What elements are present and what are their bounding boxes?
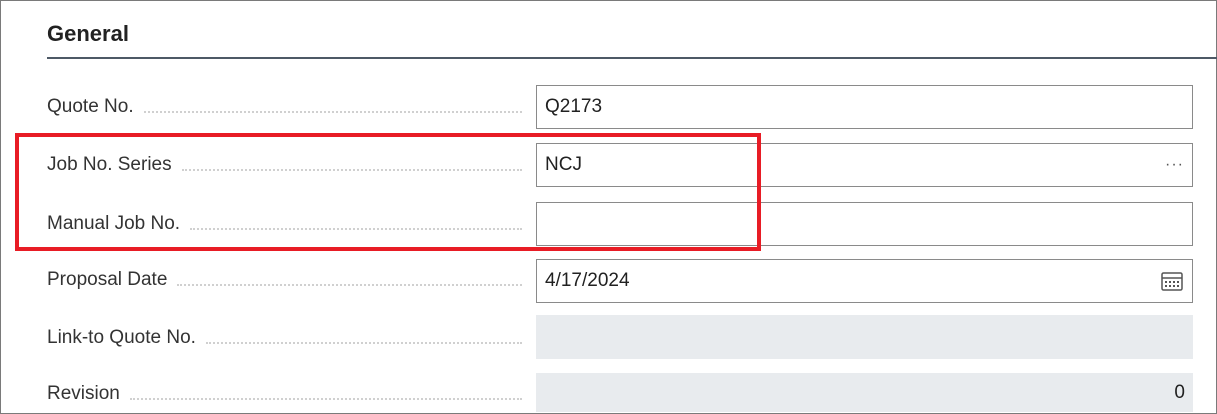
calendar-icon[interactable] [1160,270,1184,292]
section-title: General [47,21,129,46]
revision-value: 0 [1174,381,1185,403]
label-leader-dots [143,111,522,113]
label-leader-dots [205,342,522,344]
link-to-quote-no-label: Link-to Quote No. [47,326,522,350]
proposal-date-label: Proposal Date [47,268,522,292]
quote-no-label-text: Quote No. [47,96,134,117]
quote-no-value: Q2173 [545,96,603,117]
label-leader-dots [129,398,522,400]
link-to-quote-no-field [536,315,1193,359]
proposal-date-value: 4/17/2024 [545,270,630,291]
section-divider [47,57,1217,59]
quote-no-field[interactable]: Q2173 [536,85,1193,129]
proposal-date-field[interactable]: 4/17/2024 [536,259,1193,303]
label-leader-dots [177,284,522,286]
ellipsis-icon[interactable]: ··· [1165,156,1184,174]
revision-field: 0 [536,373,1193,412]
revision-label-text: Revision [47,383,120,404]
link-to-quote-no-label-text: Link-to Quote No. [47,327,196,348]
proposal-date-label-text: Proposal Date [47,269,168,290]
revision-label: Revision [47,382,522,406]
quote-no-label: Quote No. [47,95,522,119]
highlight-box [15,133,761,251]
